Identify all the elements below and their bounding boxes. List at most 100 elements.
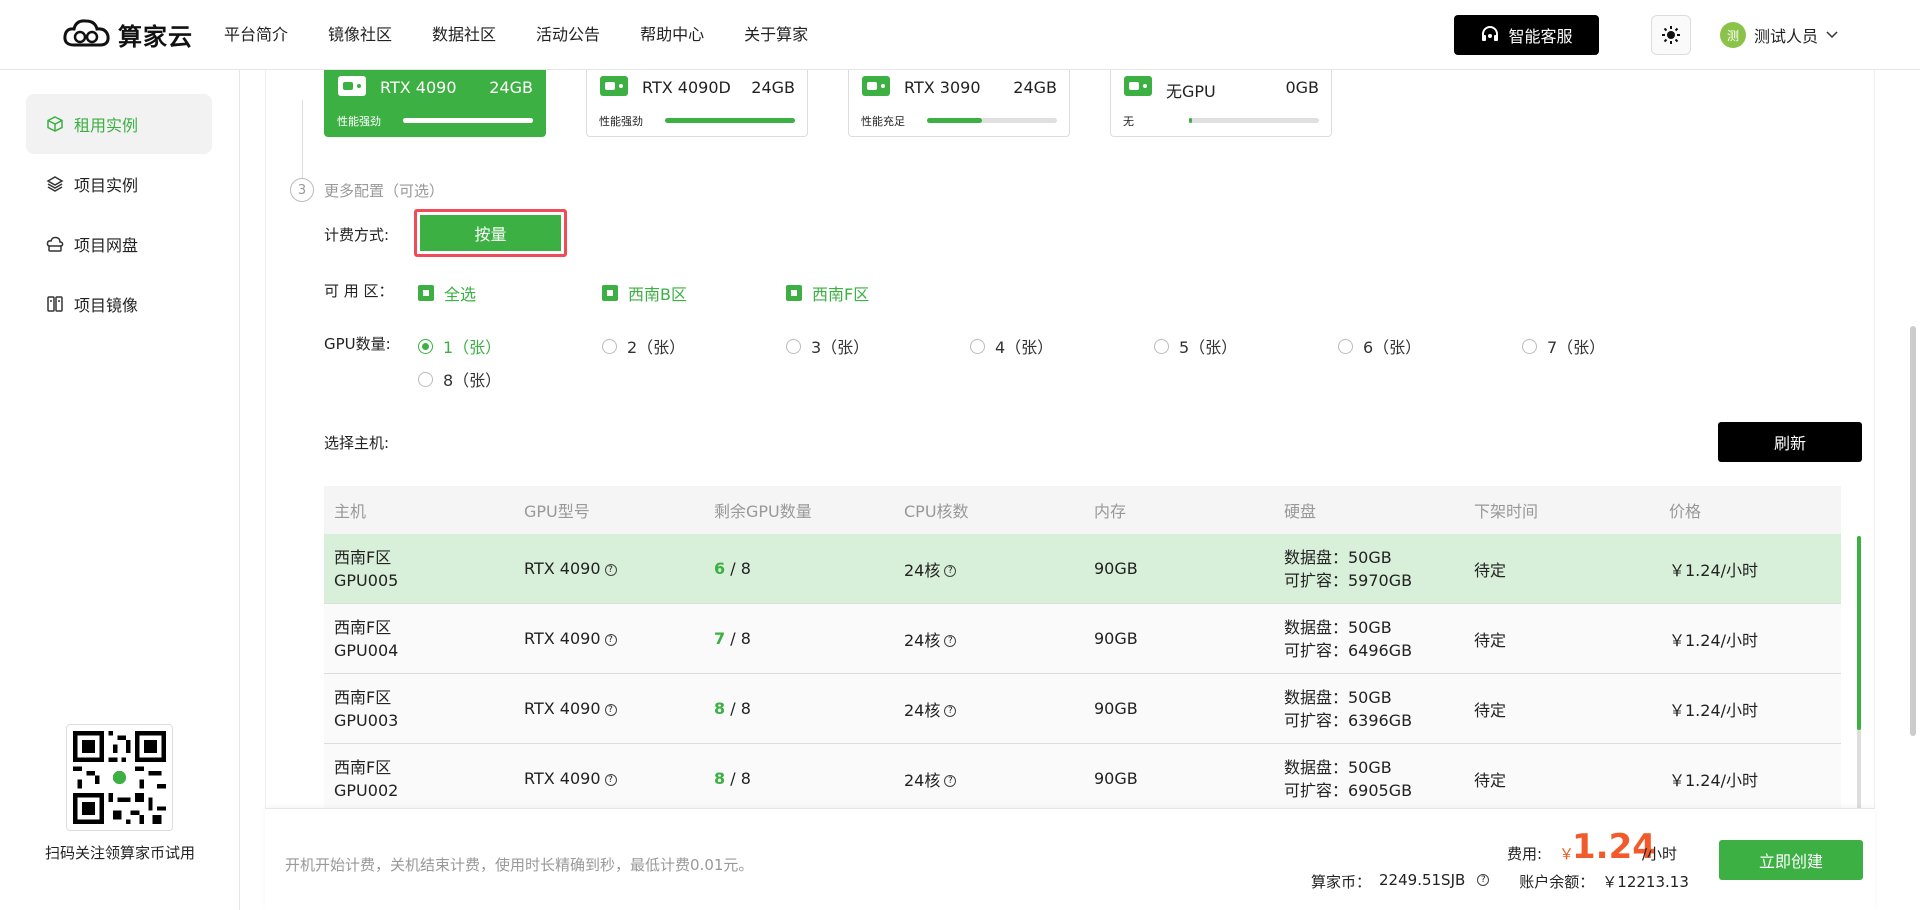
table-row[interactable]: 西南F区 GPU005 RTX 4090? 6 / 8 24核? 90GB 数据盘… <box>324 534 1841 604</box>
layers-icon <box>46 176 64 192</box>
table-row[interactable]: 西南F区 GPU004 RTX 4090? 7 / 8 24核? 90GB 数据盘… <box>324 604 1841 674</box>
image-icon <box>47 296 63 312</box>
column-header: 内存 <box>1094 502 1127 521</box>
help-icon[interactable]: ? <box>604 773 617 786</box>
coin-label: 算家币： <box>1311 873 1372 891</box>
column-header: 价格 <box>1669 502 1702 521</box>
host-label: 选择主机: <box>324 434 390 452</box>
radio-label: 3（张） <box>811 338 870 357</box>
table-scrollbar-thumb[interactable] <box>1857 536 1861 730</box>
performance-bar <box>1189 118 1319 123</box>
customer-service-label: 智能客服 <box>1508 27 1573 46</box>
radio-label: 5（张） <box>1179 338 1238 357</box>
qr-code <box>66 724 173 831</box>
sidebar-item-project-image[interactable]: 项目镜像 <box>26 274 212 334</box>
expandable-disk: 可扩容：5970GB <box>1284 570 1413 590</box>
gpu-total: / 8 <box>725 699 751 718</box>
gpu-model: RTX 4090 <box>524 629 601 648</box>
radio-label: 8（张） <box>443 371 502 390</box>
radio-icon <box>418 371 433 387</box>
zone-southwest-b-checkbox[interactable]: 西南B区 <box>602 281 687 305</box>
gpu-count-radio-6[interactable]: 6（张） <box>1338 334 1421 358</box>
price: ￥1.24/小时 <box>1669 630 1759 650</box>
gpu-count-radio-4[interactable]: 4（张） <box>970 334 1053 358</box>
gpu-name: RTX 4090D <box>642 78 731 97</box>
help-icon[interactable]: ? <box>944 635 957 647</box>
nav-data[interactable]: 数据社区 <box>432 24 496 46</box>
gpu-total: / 8 <box>725 629 751 648</box>
table-row[interactable]: 西南F区 GPU002 RTX 4090? 8 / 8 24核? 90GB 数据盘… <box>324 744 1841 814</box>
gpu-count-radio-3[interactable]: 3（张） <box>786 334 869 358</box>
column-header: 剩余GPU数量 <box>714 502 812 521</box>
sidebar-item-label: 项目实例 <box>74 176 139 195</box>
gpu-count-radio-7[interactable]: 7（张） <box>1522 334 1605 358</box>
sidebar-item-project-instance[interactable]: 项目实例 <box>26 154 212 214</box>
top-header: 算家云 平台简介 镜像社区 数据社区 活动公告 帮助中心 关于算家 智能客服 测… <box>0 0 1920 70</box>
radio-icon <box>1154 338 1169 354</box>
nav-about[interactable]: 关于算家 <box>744 24 808 46</box>
nav-help[interactable]: 帮助中心 <box>640 24 704 46</box>
customer-service-button[interactable]: 智能客服 <box>1454 15 1599 55</box>
gpu-performance: 性能强劲 <box>599 115 643 128</box>
gpu-card-rtx3090[interactable]: RTX 3090 24GB 性能充足 <box>848 70 1070 137</box>
cloud-logo-icon <box>63 19 110 47</box>
zone-southwest-f-checkbox[interactable]: 西南F区 <box>786 281 869 305</box>
nav-images[interactable]: 镜像社区 <box>328 24 392 46</box>
gpu-count-radio-8[interactable]: 8（张） <box>418 367 501 391</box>
main-nav: 平台简介 镜像社区 数据社区 活动公告 帮助中心 关于算家 <box>224 24 848 46</box>
sidebar: 租用实例 项目实例 项目网盘 项目镜像 扫码关注领算家币试用 <box>0 70 240 910</box>
gpu-count-radio-5[interactable]: 5（张） <box>1154 334 1237 358</box>
help-icon[interactable]: ? <box>604 703 617 716</box>
gpu-count-label: GPU数量: <box>324 335 391 353</box>
nav-events[interactable]: 活动公告 <box>536 24 600 46</box>
gpu-count-radio-1[interactable]: 1（张） <box>418 334 501 358</box>
gpu-count-radio-2[interactable]: 2（张） <box>602 334 685 358</box>
host-zone: 西南F区 <box>334 617 392 637</box>
help-icon[interactable]: ? <box>944 705 957 717</box>
balance-label: 账户余额： <box>1519 873 1595 891</box>
step-number: 3 <box>290 178 314 202</box>
sidebar-item-label: 租用实例 <box>74 116 139 135</box>
gpu-card-rtx4090[interactable]: RTX 4090 24GB 性能强劲 <box>324 70 546 137</box>
page-scrollbar[interactable] <box>1910 326 1916 736</box>
gpu-icon <box>862 76 890 96</box>
host-zone: 西南F区 <box>334 547 392 567</box>
qr-code-icon <box>73 731 166 824</box>
help-icon[interactable]: ? <box>944 775 957 787</box>
table-row[interactable]: 西南F区 GPU003 RTX 4090? 8 / 8 24核? 90GB 数据盘… <box>324 674 1841 744</box>
gpu-remaining: 8 <box>714 769 726 788</box>
zone-label: 可 用 区： <box>324 282 394 300</box>
step-connector <box>302 100 303 178</box>
gpu-card-rtx4090d[interactable]: RTX 4090D 24GB 性能强劲 <box>586 70 808 137</box>
gpu-remaining: 7 <box>714 629 726 648</box>
logo[interactable]: 算家云 <box>62 14 193 54</box>
table-scrollbar[interactable] <box>1857 536 1861 810</box>
help-icon[interactable]: ? <box>604 633 617 646</box>
billing-pay-as-you-go-button[interactable]: 按量 <box>420 215 561 251</box>
gpu-card-no-gpu[interactable]: 无GPU 0GB 无 <box>1110 70 1332 137</box>
data-disk: 数据盘：50GB <box>1284 687 1392 707</box>
help-icon[interactable]: ? <box>1477 874 1490 886</box>
column-header: GPU型号 <box>524 502 590 521</box>
zone-select-all-checkbox[interactable]: 全选 <box>418 281 476 305</box>
table-header: 主机 GPU型号 剩余GPU数量 CPU核数 内存 硬盘 下架时间 价格 <box>324 486 1841 534</box>
gpu-name: RTX 4090 <box>380 78 457 97</box>
gpu-icon <box>338 76 366 96</box>
chevron-down-icon <box>1826 31 1838 39</box>
host-zone: 西南F区 <box>334 757 392 777</box>
user-menu[interactable]: 测 测试人员 <box>1720 22 1838 48</box>
sun-icon <box>1662 26 1680 44</box>
sidebar-item-project-disk[interactable]: 项目网盘 <box>26 214 212 274</box>
radio-icon <box>418 338 433 354</box>
nav-intro[interactable]: 平台简介 <box>224 24 288 46</box>
gpu-model: RTX 4090 <box>524 559 601 578</box>
help-icon[interactable]: ? <box>604 563 617 576</box>
sidebar-item-rent-instance[interactable]: 租用实例 <box>26 94 212 154</box>
performance-bar <box>927 118 1057 123</box>
help-icon[interactable]: ? <box>944 565 957 577</box>
theme-toggle-button[interactable] <box>1651 15 1691 55</box>
memory: 90GB <box>1094 629 1138 648</box>
create-now-button[interactable]: 立即创建 <box>1719 840 1863 880</box>
refresh-button[interactable]: 刷新 <box>1718 422 1862 462</box>
qr-caption: 扫码关注领算家币试用 <box>44 844 195 862</box>
